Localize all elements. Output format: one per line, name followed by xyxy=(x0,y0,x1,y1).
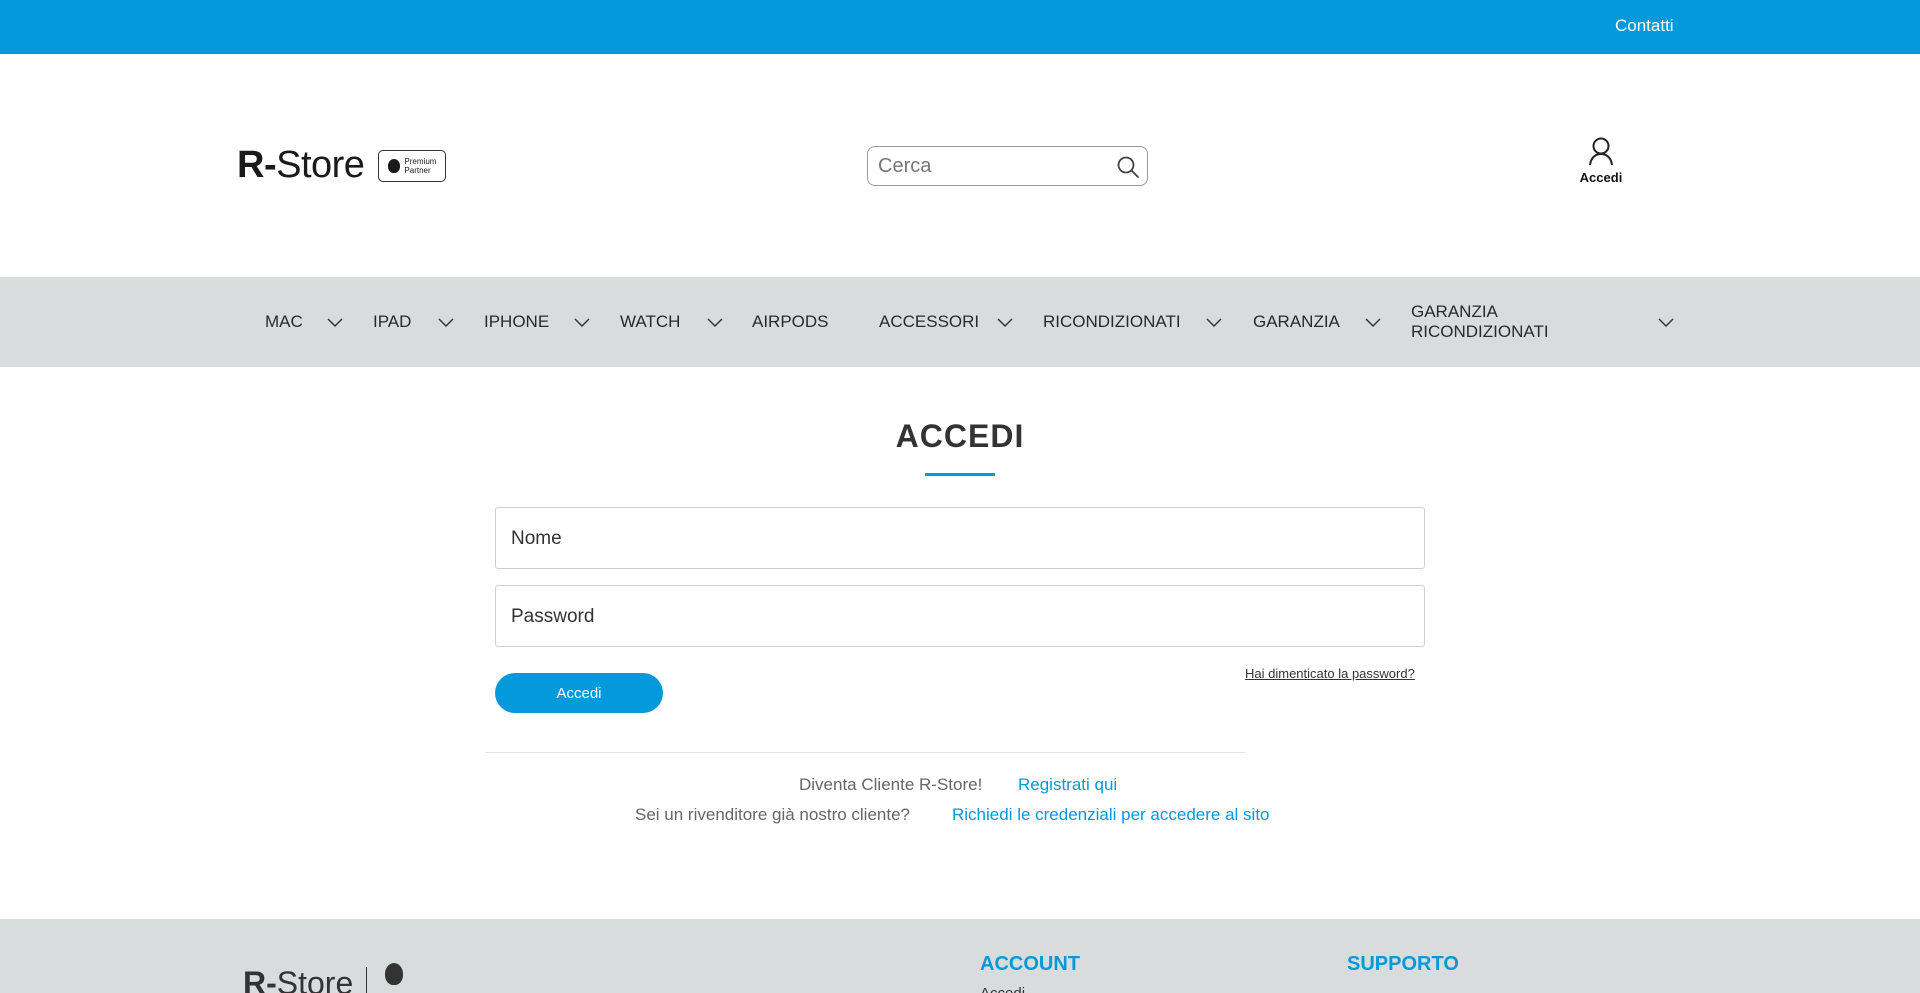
top-bar: Contatti xyxy=(0,0,1920,54)
account-button[interactable]: Accedi xyxy=(1570,136,1632,185)
nav-item-mac[interactable]: MAC xyxy=(265,277,303,367)
contatti-link[interactable]: Contatti xyxy=(1615,16,1674,36)
page-title: ACCEDI xyxy=(895,418,1025,454)
nav-item-label: GARANZIA xyxy=(1253,312,1340,331)
logo-text: R-Store xyxy=(237,144,365,187)
nav-item-label: IPAD xyxy=(373,312,412,331)
nav-item-garanzia-ricondizionati[interactable]: GARANZIA RICONDIZIONATI xyxy=(1411,277,1571,367)
name-field xyxy=(495,507,1425,569)
premium-partner-badge: Premium Partner xyxy=(378,149,447,182)
nav-item-label: GARANZIA RICONDIZIONATI xyxy=(1411,302,1549,341)
nav-item-label: IPHONE xyxy=(484,312,550,331)
name-input[interactable] xyxy=(511,526,1401,552)
nav-item-airpods[interactable]: AIRPODS xyxy=(752,277,829,367)
divider xyxy=(485,752,1245,753)
footer-support-heading: SUPPORTO xyxy=(1347,953,1459,975)
title-underline xyxy=(925,473,995,476)
search-box xyxy=(867,146,1148,186)
nav-item-ipad[interactable]: IPAD xyxy=(373,277,411,367)
nav-item-label: ACCESSORI xyxy=(879,312,980,331)
footer-logo-store: Store xyxy=(276,965,354,993)
footer-logo-r: R- xyxy=(243,965,277,993)
chevron-down-icon[interactable] xyxy=(437,313,455,331)
nav-item-iphone[interactable]: IPHONE xyxy=(484,277,549,367)
password-input[interactable] xyxy=(511,604,1401,630)
logo-store: Store xyxy=(276,144,365,186)
chevron-down-icon[interactable] xyxy=(326,313,344,331)
forgot-password-link[interactable]: Hai dimenticato la password? xyxy=(1245,666,1415,681)
apple-icon xyxy=(385,963,403,985)
chevron-down-icon[interactable] xyxy=(573,313,591,331)
chevron-down-icon[interactable] xyxy=(706,313,724,331)
footer-account-heading: ACCOUNT xyxy=(980,953,1080,975)
login-button[interactable]: Accedi xyxy=(495,673,663,713)
user-icon xyxy=(1589,137,1613,166)
nav-item-accessori[interactable]: ACCESSORI xyxy=(879,277,979,367)
nav-item-watch[interactable]: WATCH xyxy=(620,277,680,367)
chevron-down-icon[interactable] xyxy=(996,313,1014,331)
chevron-down-icon[interactable] xyxy=(1205,313,1223,331)
search-input[interactable] xyxy=(878,153,1103,179)
register-link[interactable]: Registrati qui xyxy=(1018,775,1117,795)
register-prompt: Diventa Cliente R-Store! xyxy=(799,775,983,794)
chevron-down-icon[interactable] xyxy=(1657,313,1675,331)
nav-item-label: MAC xyxy=(265,312,303,331)
nav-item-label: AIRPODS xyxy=(752,312,829,331)
search-icon[interactable] xyxy=(1116,155,1140,179)
main-nav: MAC IPAD IPHONE WATCH AIRPODS ACCESSORI … xyxy=(0,277,1920,367)
reseller-credentials-link[interactable]: Richiedi le credenziali per accedere al … xyxy=(952,805,1270,825)
badge-line2: Partner xyxy=(404,165,431,175)
footer: R-Store ACCOUNT Accedi SUPPORTO xyxy=(0,919,1920,993)
footer-account-link[interactable]: Accedi xyxy=(980,985,1025,993)
password-field xyxy=(495,585,1425,647)
nav-item-garanzia[interactable]: GARANZIA xyxy=(1253,277,1340,367)
header: R-Store Premium Partner Accedi xyxy=(0,54,1920,277)
nav-item-label: WATCH xyxy=(620,312,681,331)
badge-text: Premium Partner xyxy=(404,157,436,175)
footer-logo[interactable]: R-Store xyxy=(243,965,353,993)
reseller-prompt: Sei un rivenditore già nostro cliente? xyxy=(635,805,910,824)
chevron-down-icon[interactable] xyxy=(1364,313,1382,331)
nav-item-ricondizionati[interactable]: RICONDIZIONATI xyxy=(1043,277,1181,367)
account-label: Accedi xyxy=(1579,170,1623,185)
nav-item-label: RICONDIZIONATI xyxy=(1043,312,1181,331)
footer-logo-separator xyxy=(366,967,367,993)
apple-icon xyxy=(388,158,401,173)
badge-line1: Premium xyxy=(404,156,437,166)
rstore-logo[interactable]: R-Store Premium Partner xyxy=(237,144,447,187)
logo-r: R- xyxy=(237,144,277,186)
